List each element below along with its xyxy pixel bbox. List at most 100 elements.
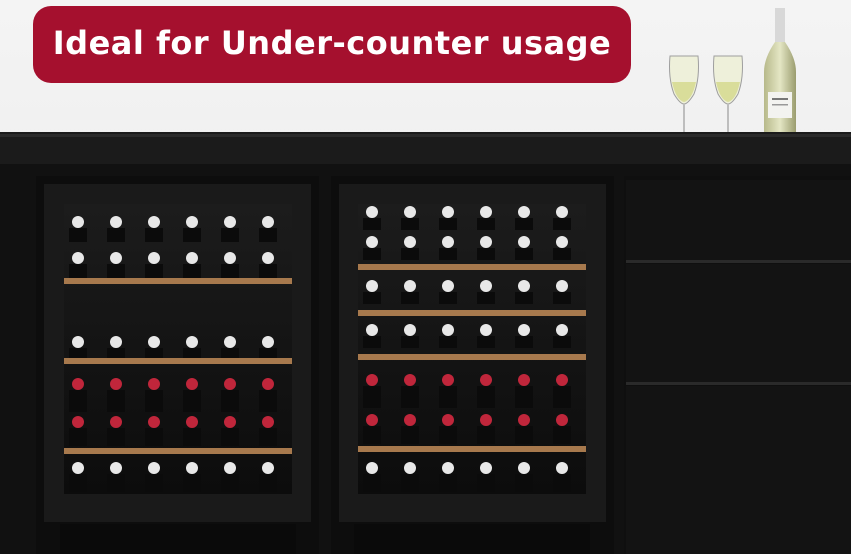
- bottle-body: [259, 228, 277, 242]
- bottle-body: [259, 390, 277, 412]
- bottle-body: [477, 386, 495, 408]
- bottle-body: [515, 336, 533, 348]
- drawer-stack: [624, 176, 851, 554]
- bottle-body: [69, 428, 87, 446]
- bottle-neck: [262, 416, 274, 428]
- bottle-body: [183, 390, 201, 412]
- bottle-neck: [480, 206, 492, 218]
- bottle-neck: [404, 236, 416, 248]
- bottle-body: [145, 390, 163, 412]
- bottle-neck: [110, 252, 122, 264]
- bottle-body: [515, 218, 533, 230]
- drawer-middle: [626, 264, 851, 382]
- bottle-body: [515, 248, 533, 260]
- bottle-neck: [110, 416, 122, 428]
- bottle-body: [221, 228, 239, 242]
- bottle-neck: [480, 280, 492, 292]
- bottle-body: [553, 292, 571, 304]
- bottle-body: [183, 264, 201, 278]
- bottle-neck: [366, 374, 378, 386]
- bottle-neck: [224, 378, 236, 390]
- bottle-body: [363, 426, 381, 444]
- bottle-body: [221, 474, 239, 492]
- bottle-neck: [224, 252, 236, 264]
- bottle-neck: [556, 414, 568, 426]
- bottle-body: [259, 428, 277, 446]
- bottle-body: [553, 386, 571, 408]
- bottle-neck: [262, 252, 274, 264]
- bottle-body: [221, 264, 239, 278]
- wooden-shelf: [358, 446, 586, 452]
- bottle-neck: [72, 378, 84, 390]
- bottle-neck: [366, 414, 378, 426]
- product-scene: [0, 0, 851, 554]
- bottle-body: [553, 218, 571, 230]
- bottle-neck: [442, 374, 454, 386]
- bottle-neck: [72, 462, 84, 474]
- bottle-body: [439, 248, 457, 260]
- headline-text: Ideal for Under-counter usage: [52, 23, 612, 62]
- wine-fridge-right: [331, 176, 614, 554]
- drawer-bottom: [626, 386, 851, 554]
- bottle-body: [401, 474, 419, 492]
- bottle-neck: [72, 416, 84, 428]
- bottle-neck: [110, 462, 122, 474]
- bottle-body: [515, 292, 533, 304]
- bottle-body: [477, 426, 495, 444]
- wooden-shelf: [64, 278, 292, 284]
- bottle-body: [439, 474, 457, 492]
- bottle-neck: [262, 462, 274, 474]
- bottle-neck: [148, 462, 160, 474]
- bottle-neck: [110, 336, 122, 348]
- bottle-body: [107, 390, 125, 412]
- bottle-neck: [518, 280, 530, 292]
- bottle-body: [477, 292, 495, 304]
- bottle-neck: [224, 336, 236, 348]
- bottle-neck: [224, 416, 236, 428]
- bottle-body: [553, 336, 571, 348]
- bottle-body: [259, 474, 277, 492]
- wine-fridge-left: [36, 176, 319, 554]
- bottle-body: [107, 474, 125, 492]
- bottle-body: [553, 474, 571, 492]
- bottle-body: [363, 218, 381, 230]
- bottle-neck: [518, 324, 530, 336]
- bottle-body: [183, 428, 201, 446]
- bottle-neck: [148, 252, 160, 264]
- bottle-neck: [110, 378, 122, 390]
- bottle-body: [145, 228, 163, 242]
- bottle-neck: [480, 236, 492, 248]
- bottle-body: [515, 426, 533, 444]
- bottle-neck: [148, 216, 160, 228]
- bottle-neck: [186, 378, 198, 390]
- bottle-body: [363, 248, 381, 260]
- bottle-neck: [556, 236, 568, 248]
- bottle-neck: [186, 336, 198, 348]
- wooden-shelf: [64, 448, 292, 454]
- bottle-neck: [442, 206, 454, 218]
- bottle-body: [477, 218, 495, 230]
- bottle-neck: [110, 216, 122, 228]
- bottle-neck: [518, 206, 530, 218]
- bottle-body: [259, 264, 277, 278]
- bottle-neck: [262, 336, 274, 348]
- bottle-neck: [556, 280, 568, 292]
- bottle-body: [107, 428, 125, 446]
- bottle-body: [401, 336, 419, 348]
- bottle-neck: [404, 414, 416, 426]
- bottle-body: [401, 386, 419, 408]
- bottle-neck: [72, 336, 84, 348]
- bottle-body: [183, 474, 201, 492]
- bottle-body: [363, 336, 381, 348]
- bottle-neck: [442, 236, 454, 248]
- bottle-body: [363, 474, 381, 492]
- bottle-neck: [366, 280, 378, 292]
- bottle-body: [439, 386, 457, 408]
- bottle-body: [107, 228, 125, 242]
- bottle-body: [69, 390, 87, 412]
- bottle-neck: [518, 236, 530, 248]
- bottle-body: [439, 336, 457, 348]
- bottle-body: [107, 264, 125, 278]
- bottle-body: [145, 264, 163, 278]
- bottle-neck: [518, 462, 530, 474]
